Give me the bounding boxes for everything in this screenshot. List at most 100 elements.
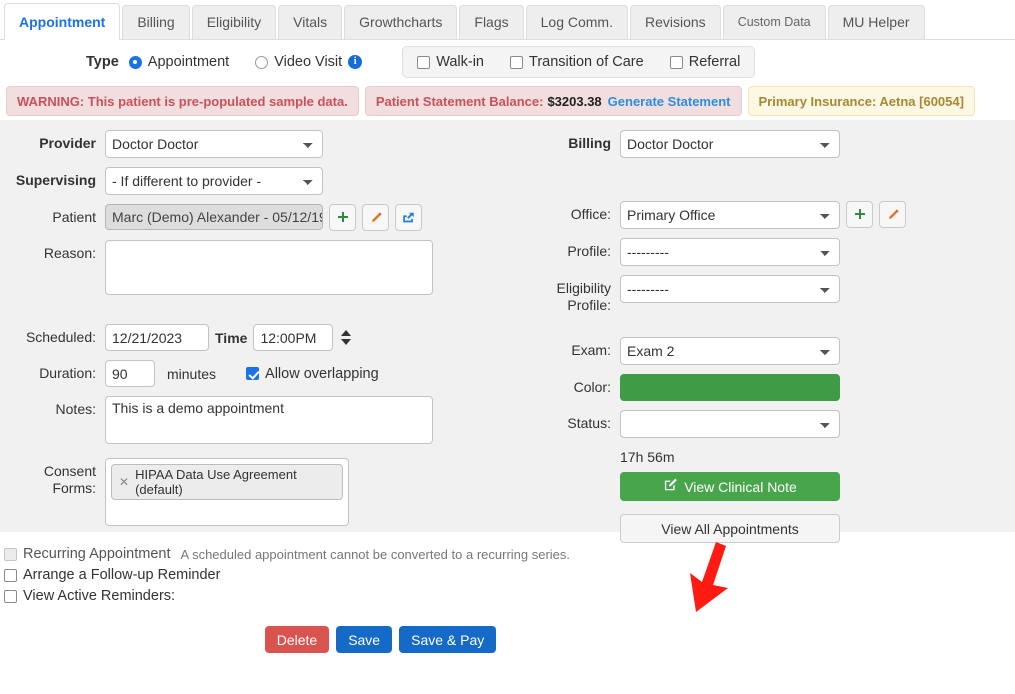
checkbox-walk-in-box xyxy=(417,55,431,69)
office-select[interactable]: Primary Office xyxy=(620,201,840,229)
generate-statement-link[interactable]: Generate Statement xyxy=(608,94,731,109)
consent-forms-label-line1: Consent xyxy=(43,463,96,479)
color-swatch[interactable] xyxy=(620,374,840,401)
remove-tag-icon[interactable]: ✕ xyxy=(119,475,129,489)
sample-data-warning-text: WARNING: This patient is pre-populated s… xyxy=(17,93,348,109)
open-patient-chart-button[interactable] xyxy=(395,204,422,231)
tab-log-comm[interactable]: Log Comm. xyxy=(525,5,628,39)
tab-revisions[interactable]: Revisions xyxy=(629,5,721,39)
supervising-row: Supervising - If different to provider - xyxy=(0,167,510,195)
checkbox-allow-overlapping[interactable]: Allow overlapping xyxy=(246,366,379,382)
radio-appointment-icon xyxy=(128,55,142,69)
provider-label: Provider xyxy=(39,135,96,151)
consent-form-tag[interactable]: ✕ HIPAA Data Use Agreement (default) xyxy=(111,464,343,500)
eligibility-profile-row: Eligibility Profile: --------- xyxy=(510,275,1015,314)
tab-label: Appointment xyxy=(19,14,106,30)
reason-textarea[interactable] xyxy=(105,240,433,295)
eligibility-profile-label-line1: Eligibility xyxy=(556,280,611,296)
share-icon xyxy=(401,211,416,225)
provider-select[interactable]: Doctor Doctor xyxy=(105,130,323,158)
eligibility-profile-select[interactable]: --------- xyxy=(620,275,840,303)
checkbox-active-reminders-label: View Active Reminders: xyxy=(23,588,176,604)
billing-select[interactable]: Doctor Doctor xyxy=(620,130,840,158)
checkbox-recurring-appointment[interactable]: Recurring Appointment xyxy=(4,546,171,562)
radio-video-visit-icon xyxy=(255,55,269,69)
patient-input[interactable]: Marc (Demo) Alexander - 05/12/19 xyxy=(105,204,323,230)
tab-label: Custom Data xyxy=(737,15,811,29)
view-clinical-note-label: View Clinical Note xyxy=(684,478,797,495)
status-row: Status: xyxy=(510,410,1015,438)
annotation-arrow xyxy=(676,540,736,621)
checkbox-followup-reminder[interactable]: Arrange a Follow-up Reminder xyxy=(4,567,220,583)
add-office-button[interactable] xyxy=(846,201,873,228)
profile-label: Profile: xyxy=(567,243,611,259)
tab-mu-helper[interactable]: MU Helper xyxy=(827,5,925,39)
recurring-appointment-row: Recurring Appointment A scheduled appoin… xyxy=(4,546,1015,562)
tab-label: Billing xyxy=(137,14,175,30)
duration-label: Duration: xyxy=(39,365,96,381)
eligibility-profile-label-line2: Profile: xyxy=(567,297,611,313)
tab-custom-data[interactable]: Custom Data xyxy=(722,5,826,39)
tab-label: MU Helper xyxy=(842,14,910,30)
view-clinical-note-button[interactable]: View Clinical Note xyxy=(620,472,840,501)
delete-button[interactable]: Delete xyxy=(264,626,330,653)
scheduled-date-input[interactable] xyxy=(105,324,209,351)
checkbox-transition-of-care[interactable]: Transition of Care xyxy=(510,54,644,70)
exam-label: Exam: xyxy=(571,342,611,358)
tab-appointment[interactable]: Appointment xyxy=(4,3,121,40)
scheduled-row: Scheduled: Time xyxy=(0,324,510,351)
form-left-column: Provider Doctor Doctor Supervising - If … xyxy=(0,120,510,532)
form-right-column: Billing Doctor Doctor Office: Primary Of… xyxy=(510,120,1015,543)
edit-patient-button[interactable] xyxy=(362,204,389,231)
tab-bar: Appointment Billing Eligibility Vitals G… xyxy=(0,0,1015,40)
pencil-icon xyxy=(886,208,900,222)
followup-reminder-row: Arrange a Follow-up Reminder xyxy=(4,567,1015,583)
exam-select[interactable]: Exam 2 xyxy=(620,337,840,365)
save-button[interactable]: Save xyxy=(336,626,393,653)
consent-forms-row: Consent Forms: ✕ HIPAA Data Use Agreemen… xyxy=(0,458,510,526)
supervising-select[interactable]: - If different to provider - xyxy=(105,167,323,195)
tab-flags[interactable]: Flags xyxy=(459,5,524,39)
profile-select[interactable]: --------- xyxy=(620,238,840,266)
tab-eligibility[interactable]: Eligibility xyxy=(191,5,277,39)
primary-insurance-banner: Primary Insurance: Aetna [60054] xyxy=(747,86,975,116)
save-button-label: Save xyxy=(348,631,381,648)
office-label: Office: xyxy=(570,206,611,222)
tab-growthcharts[interactable]: Growthcharts xyxy=(344,5,458,39)
footer-button-row: Delete Save Save & Pay xyxy=(4,626,1015,653)
reason-label: Reason: xyxy=(43,245,96,261)
checkbox-active-reminders-box xyxy=(4,589,17,603)
info-icon[interactable]: i xyxy=(348,55,363,69)
time-spinner[interactable] xyxy=(339,325,353,351)
note-edit-icon xyxy=(663,478,678,495)
tab-vitals[interactable]: Vitals xyxy=(278,5,343,39)
add-patient-button[interactable] xyxy=(329,204,356,231)
radio-video-visit[interactable]: Video Visit i xyxy=(255,54,363,70)
consent-forms-box[interactable]: ✕ HIPAA Data Use Agreement (default) xyxy=(105,458,349,526)
checkbox-active-reminders[interactable]: View Active Reminders: xyxy=(4,588,175,604)
plus-icon xyxy=(336,211,350,225)
exam-row: Exam: Exam 2 xyxy=(510,337,1015,365)
tab-label: Revisions xyxy=(644,14,706,30)
patient-row: Patient Marc (Demo) Alexander - 05/12/19 xyxy=(0,204,510,231)
patient-label: Patient xyxy=(52,209,96,225)
duration-input[interactable] xyxy=(105,360,155,387)
tab-label: Log Comm. xyxy=(540,14,613,30)
alert-banner-row: WARNING: This patient is pre-populated s… xyxy=(0,84,1015,116)
status-select[interactable] xyxy=(620,410,840,438)
tab-billing[interactable]: Billing xyxy=(122,5,190,39)
appointment-flags-group: Walk-in Transition of Care Referral xyxy=(402,46,756,78)
checkbox-walk-in[interactable]: Walk-in xyxy=(417,54,484,70)
notes-textarea[interactable]: This is a demo appointment xyxy=(105,396,433,444)
save-and-pay-button[interactable]: Save & Pay xyxy=(399,626,497,653)
edit-office-button[interactable] xyxy=(879,201,906,228)
checkbox-referral[interactable]: Referral xyxy=(669,54,740,70)
notes-label: Notes: xyxy=(55,401,96,417)
radio-video-visit-label: Video Visit xyxy=(274,54,343,70)
reason-row: Reason: xyxy=(0,240,510,295)
radio-appointment[interactable]: Appointment xyxy=(128,54,229,70)
time-input[interactable] xyxy=(253,324,334,351)
scheduled-label: Scheduled: xyxy=(25,329,96,345)
status-label: Status: xyxy=(567,415,611,431)
delete-button-label: Delete xyxy=(276,631,318,648)
